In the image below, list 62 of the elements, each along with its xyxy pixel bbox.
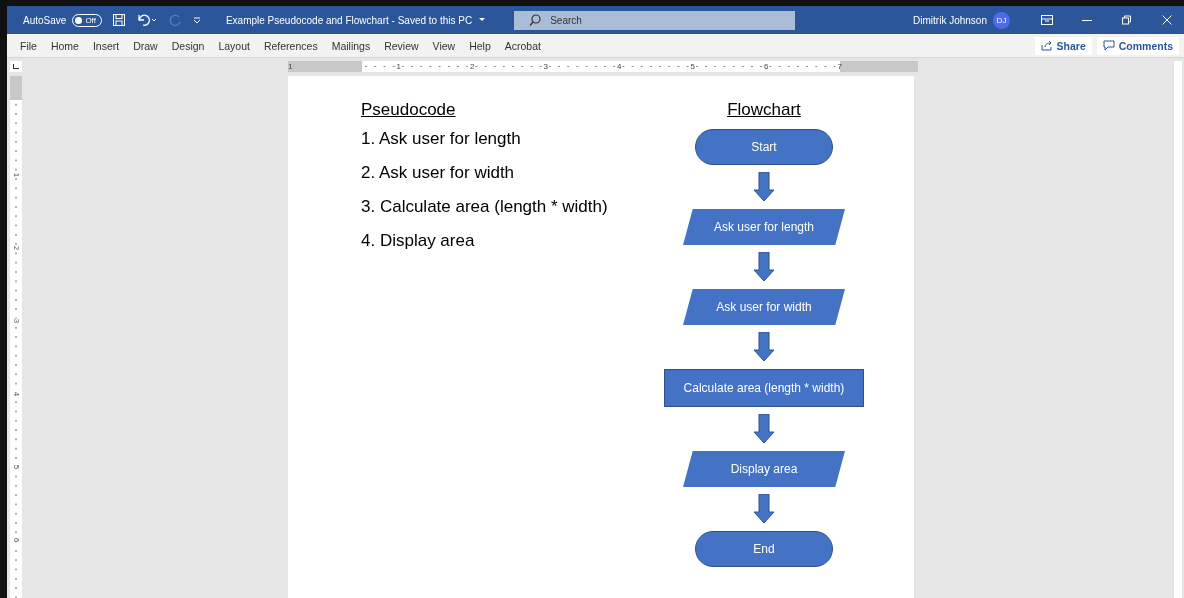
menu-tab[interactable]: File: [13, 37, 44, 54]
ruler-number: 2: [11, 245, 21, 251]
down-arrow: [753, 414, 775, 444]
search-field[interactable]: Search: [514, 10, 796, 30]
ruler-number: 6: [11, 537, 21, 543]
ruler-number: 3: [542, 61, 549, 72]
ruler-number: 5: [689, 61, 696, 72]
menu-tab[interactable]: View: [425, 37, 463, 54]
ruler-number: 7: [836, 61, 843, 72]
pseudocode-step: 1. Ask user for length: [361, 122, 661, 156]
down-arrow: [753, 172, 775, 202]
ruler-number: 6: [763, 61, 770, 72]
document-title[interactable]: Example Pseudocode and Flowchart - Saved to this PC: [225, 14, 473, 26]
down-arrow: [753, 332, 775, 362]
save-icon[interactable]: [111, 13, 126, 27]
down-arrow: [753, 494, 775, 524]
menu-tab[interactable]: Draw: [126, 37, 165, 54]
close-icon[interactable]: [1161, 15, 1173, 25]
ruler-number: 3: [11, 318, 21, 324]
search-icon: [528, 12, 543, 27]
ruler-number: 2: [469, 61, 476, 72]
menu-tab[interactable]: References: [256, 37, 325, 54]
pseudocode-step: 4. Display area: [361, 224, 661, 258]
tab-selector-icon[interactable]: [10, 61, 22, 72]
menu-tab[interactable]: Help: [462, 37, 498, 54]
menu-tab[interactable]: Review: [377, 37, 426, 54]
input-output-shape: Display area: [683, 451, 845, 487]
down-arrow: [753, 252, 775, 282]
customize-icon[interactable]: [191, 15, 202, 25]
menu-tab[interactable]: Insert: [85, 37, 127, 54]
ribbon-display-icon[interactable]: [1041, 15, 1053, 25]
terminator-shape: End: [695, 531, 833, 567]
flowchart-heading: Flowchart: [727, 100, 801, 120]
menu-tab[interactable]: Mailings: [324, 37, 378, 54]
pseudocode-heading: Pseudocode: [361, 100, 457, 120]
share-button[interactable]: Share: [1034, 36, 1092, 55]
menu-tab[interactable]: Design: [164, 37, 212, 54]
share-icon: [1040, 40, 1053, 51]
undo-icon[interactable]: [135, 13, 158, 27]
pseudocode-step: 2. Ask user for width: [361, 156, 661, 190]
autosave-label: AutoSave: [23, 14, 67, 26]
ruler-number: 1: [288, 61, 294, 72]
comments-button[interactable]: Comments: [1096, 36, 1179, 55]
scrollbar[interactable]: [1174, 61, 1182, 598]
ruler-number: 4: [11, 391, 21, 397]
user-avatar[interactable]: DJ: [993, 11, 1010, 29]
menu-tab[interactable]: Layout: [211, 37, 257, 54]
user-name[interactable]: Dimitrik Johnson: [913, 14, 987, 26]
ruler-number: 1: [395, 61, 402, 72]
terminator-shape: Start: [695, 129, 833, 165]
ruler-number: 5: [11, 464, 21, 470]
comment-icon: [1102, 40, 1115, 51]
input-output-shape: Ask user for length: [683, 209, 845, 245]
input-output-shape: Ask user for width: [683, 289, 845, 325]
pseudocode-step: 3. Calculate area (length * width): [361, 190, 661, 224]
menu-tab[interactable]: Home: [43, 37, 86, 54]
menu-tab[interactable]: Acrobat: [497, 37, 548, 54]
ruler-number: 4: [616, 61, 623, 72]
restore-icon[interactable]: [1121, 15, 1133, 25]
process-shape: Calculate area (length * width): [664, 369, 864, 407]
ruler-number: 1: [11, 172, 21, 178]
caret-icon[interactable]: [478, 17, 487, 23]
